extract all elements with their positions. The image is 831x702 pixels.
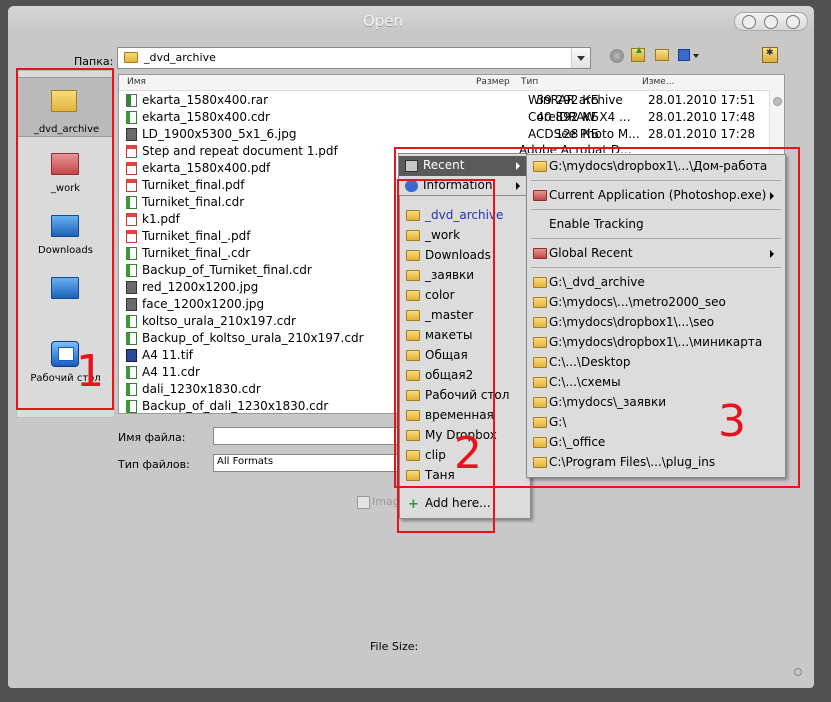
file-name: ekarta_1580x400.cdr (142, 110, 270, 124)
cdr-file-icon (126, 196, 137, 209)
pdf-file-icon (126, 145, 137, 158)
rar-file-icon (126, 94, 137, 107)
filename-input[interactable] (213, 427, 405, 445)
window-title: Open (362, 12, 404, 30)
file-name: Backup_of_koltso_urala_210x197.cdr (142, 331, 364, 345)
folder-label: Папка: (74, 55, 114, 68)
file-name: face_1200x1200.jpg (142, 297, 265, 311)
filetype-select[interactable]: All Formats (213, 454, 405, 472)
file-date: 28.01.2010 17:51 (648, 93, 756, 107)
file-row[interactable]: ekarta_1580x400.cdr 40 892 КБ CorelDRAW X4… (119, 109, 769, 126)
image-sequence-label: Imag (372, 495, 400, 508)
close-button[interactable] (786, 15, 800, 29)
minimize-button[interactable] (742, 15, 756, 29)
file-name: Step and repeat document 1.pdf (142, 144, 338, 158)
window-controls (734, 12, 808, 31)
file-type: CorelDRAW X4 ... (528, 110, 631, 124)
jpg-file-icon (126, 281, 137, 294)
filename-label: Имя файла: (118, 431, 186, 444)
file-name: Turniket_final.cdr (142, 195, 245, 209)
pdf-file-icon (126, 179, 137, 192)
new-folder-icon[interactable] (655, 49, 669, 61)
pdf-file-icon (126, 213, 137, 226)
scroll-up-icon[interactable] (773, 97, 782, 106)
file-name: A4 11.cdr (142, 365, 200, 379)
pdf-file-icon (126, 162, 137, 175)
file-name: red_1200x1200.jpg (142, 280, 259, 294)
file-size-label: File Size: (370, 640, 419, 653)
file-name: Backup_of_Turniket_final.cdr (142, 263, 312, 277)
image-sequence-checkbox[interactable] (357, 496, 370, 509)
file-name: A4 11.tif (142, 348, 194, 362)
filetype-value: All Formats (217, 456, 274, 467)
jpg-file-icon (126, 298, 137, 311)
file-name: koltso_urala_210x197.cdr (142, 314, 296, 328)
file-type: ACDSee Photo M... (528, 127, 640, 141)
cdr-file-icon (126, 247, 137, 260)
column-headers: Имя Размер Тип Изме... (119, 75, 784, 91)
annotation-number-3: 3 (718, 396, 746, 447)
file-name: Turniket_final_.cdr (142, 246, 251, 260)
cdr-file-icon (126, 400, 137, 413)
cdr-file-icon (126, 332, 137, 345)
title-bar[interactable]: Open (8, 6, 814, 34)
tif-file-icon (126, 349, 137, 362)
cdr-file-icon (126, 315, 137, 328)
chevron-down-icon[interactable] (571, 48, 590, 68)
column-size[interactable]: Размер (476, 77, 510, 87)
file-date: 28.01.2010 17:28 (648, 127, 756, 141)
file-name: dali_1230x1830.cdr (142, 382, 261, 396)
file-name: ekarta_1580x400.pdf (142, 161, 271, 175)
file-name: Backup_of_dali_1230x1830.cdr (142, 399, 329, 413)
cdr-file-icon (126, 111, 137, 124)
filetype-label: Тип файлов: (118, 458, 190, 471)
cdr-file-icon (126, 383, 137, 396)
file-name: ekarta_1580x400.rar (142, 93, 269, 107)
back-icon[interactable] (610, 49, 624, 63)
file-row[interactable]: LD_1900x5300_5x1_6.jpg 128 КБ ACDSee Photo… (119, 126, 769, 143)
file-name: LD_1900x5300_5x1_6.jpg (142, 127, 297, 141)
column-type[interactable]: Тип (521, 77, 538, 87)
folder-combobox[interactable]: _dvd_archive (117, 47, 591, 69)
jpg-file-icon (126, 128, 137, 141)
file-name: Turniket_final_.pdf (142, 229, 251, 243)
resize-grip-icon[interactable] (794, 668, 802, 676)
file-date: 28.01.2010 17:48 (648, 110, 756, 124)
file-name: k1.pdf (142, 212, 180, 226)
favorites-icon[interactable]: ✱ (762, 47, 778, 63)
file-name: Turniket_final.pdf (142, 178, 245, 192)
folder-icon (124, 52, 138, 63)
cdr-file-icon (126, 264, 137, 277)
column-modified[interactable]: Изме... (642, 77, 674, 87)
pdf-file-icon (126, 230, 137, 243)
annotation-number-1: 1 (76, 346, 104, 397)
up-folder-icon[interactable] (631, 47, 645, 62)
column-name[interactable]: Имя (127, 77, 146, 87)
folder-combobox-value: _dvd_archive (144, 51, 216, 64)
maximize-button[interactable] (764, 15, 778, 29)
file-row[interactable]: ekarta_1580x400.rar 39 292 КБ WinRAR archi… (119, 92, 769, 109)
view-menu-icon[interactable] (678, 49, 700, 62)
file-type: WinRAR archive (528, 93, 623, 107)
cdr-file-icon (126, 366, 137, 379)
